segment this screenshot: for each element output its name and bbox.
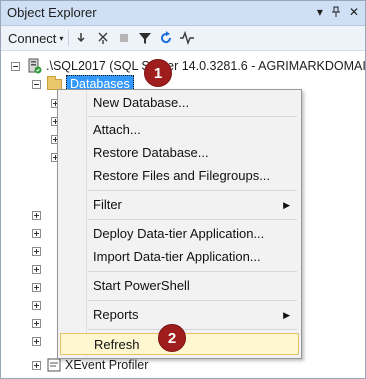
menu-item-label: Start PowerShell — [93, 278, 190, 293]
disconnect-icon[interactable] — [95, 30, 111, 46]
menu-item-new-database[interactable]: New Database... — [60, 92, 299, 114]
context-menu: New Database... Attach... Restore Databa… — [57, 89, 302, 359]
callout-badge-1: 1 — [144, 59, 172, 87]
server-icon — [26, 58, 42, 74]
menu-item-label: New Database... — [93, 95, 190, 110]
tree-node-sibling[interactable] — [32, 260, 41, 278]
toolbar-separator — [68, 30, 70, 46]
expand-icon[interactable] — [32, 336, 41, 346]
expand-icon[interactable] — [32, 360, 41, 370]
expand-icon[interactable] — [32, 228, 41, 238]
menu-item-restore-database[interactable]: Restore Database... — [60, 142, 299, 164]
title-bar-controls: ▾ ✕ — [317, 4, 359, 20]
refresh-icon[interactable] — [158, 30, 174, 46]
tree-node-sibling[interactable] — [32, 332, 41, 350]
pin-icon[interactable] — [331, 6, 341, 18]
menu-item-label: Refresh — [94, 337, 140, 352]
chevron-down-icon: ▾ — [59, 34, 64, 43]
expand-icon[interactable] — [32, 246, 41, 256]
filter-icon[interactable] — [137, 30, 153, 46]
menu-item-label: Restore Files and Filegroups... — [93, 168, 271, 183]
tree-node-sibling[interactable] — [32, 278, 41, 296]
collapse-icon[interactable] — [11, 61, 20, 71]
tree-node-sibling[interactable] — [32, 296, 41, 314]
tree-node-sibling[interactable] — [32, 206, 41, 224]
menu-separator — [88, 329, 297, 330]
menu-item-restore-files[interactable]: Restore Files and Filegroups... — [60, 165, 299, 187]
menu-item-label: Filter — [93, 197, 122, 212]
menu-item-label: Import Data-tier Application... — [93, 249, 261, 264]
title-bar: Object Explorer ▾ ✕ — [1, 1, 365, 26]
menu-item-label: Deploy Data-tier Application... — [93, 226, 265, 241]
callout-badge-2: 2 — [158, 324, 186, 352]
connect-object-icon[interactable] — [74, 30, 90, 46]
collapse-icon[interactable] — [32, 79, 41, 89]
menu-item-attach[interactable]: Attach... — [60, 119, 299, 141]
menu-item-label: Reports — [93, 307, 139, 322]
xevent-profiler-icon — [47, 358, 61, 372]
expand-icon[interactable] — [32, 318, 41, 328]
menu-item-deploy-data-tier[interactable]: Deploy Data-tier Application... — [60, 223, 299, 245]
tree-node-sibling[interactable] — [32, 242, 41, 260]
menu-separator — [88, 116, 297, 117]
connect-label: Connect — [8, 30, 57, 46]
window-position-dropdown-icon[interactable]: ▾ — [317, 4, 323, 20]
menu-item-import-data-tier[interactable]: Import Data-tier Application... — [60, 246, 299, 268]
xevent-profiler-label: XEvent Profiler — [65, 358, 149, 372]
tree-node-server[interactable]: .\SQL2017 (SQL Server 14.0.3281.6 - AGRI… — [11, 57, 366, 75]
object-explorer-toolbar: Connect ▾ — [1, 26, 365, 51]
close-icon[interactable]: ✕ — [349, 4, 359, 20]
server-label: .\SQL2017 (SQL Server 14.0.3281.6 - AGRI… — [46, 59, 366, 73]
menu-item-reports[interactable]: Reports ▶ — [60, 304, 299, 326]
menu-separator — [88, 190, 297, 191]
expand-icon[interactable] — [32, 210, 41, 220]
menu-separator — [88, 271, 297, 272]
expand-icon[interactable] — [32, 300, 41, 310]
tree-node-sibling[interactable] — [32, 314, 41, 332]
menu-item-filter[interactable]: Filter ▶ — [60, 194, 299, 216]
menu-item-start-powershell[interactable]: Start PowerShell — [60, 275, 299, 297]
tree-node-sibling[interactable] — [32, 224, 41, 242]
connect-button[interactable]: Connect ▾ — [8, 31, 63, 46]
folder-icon — [47, 75, 62, 90]
callout-number: 1 — [153, 64, 163, 82]
menu-separator — [88, 300, 297, 301]
submenu-arrow-icon: ▶ — [283, 310, 290, 320]
expand-icon[interactable] — [32, 264, 41, 274]
menu-separator — [88, 219, 297, 220]
menu-item-label: Attach... — [93, 122, 141, 137]
submenu-arrow-icon: ▶ — [283, 200, 290, 210]
window-title: Object Explorer — [7, 5, 97, 20]
expand-icon[interactable] — [32, 282, 41, 292]
menu-item-label: Restore Database... — [93, 145, 209, 160]
stop-icon[interactable] — [116, 30, 132, 46]
activity-monitor-icon[interactable] — [179, 30, 195, 46]
callout-number: 2 — [167, 329, 177, 347]
